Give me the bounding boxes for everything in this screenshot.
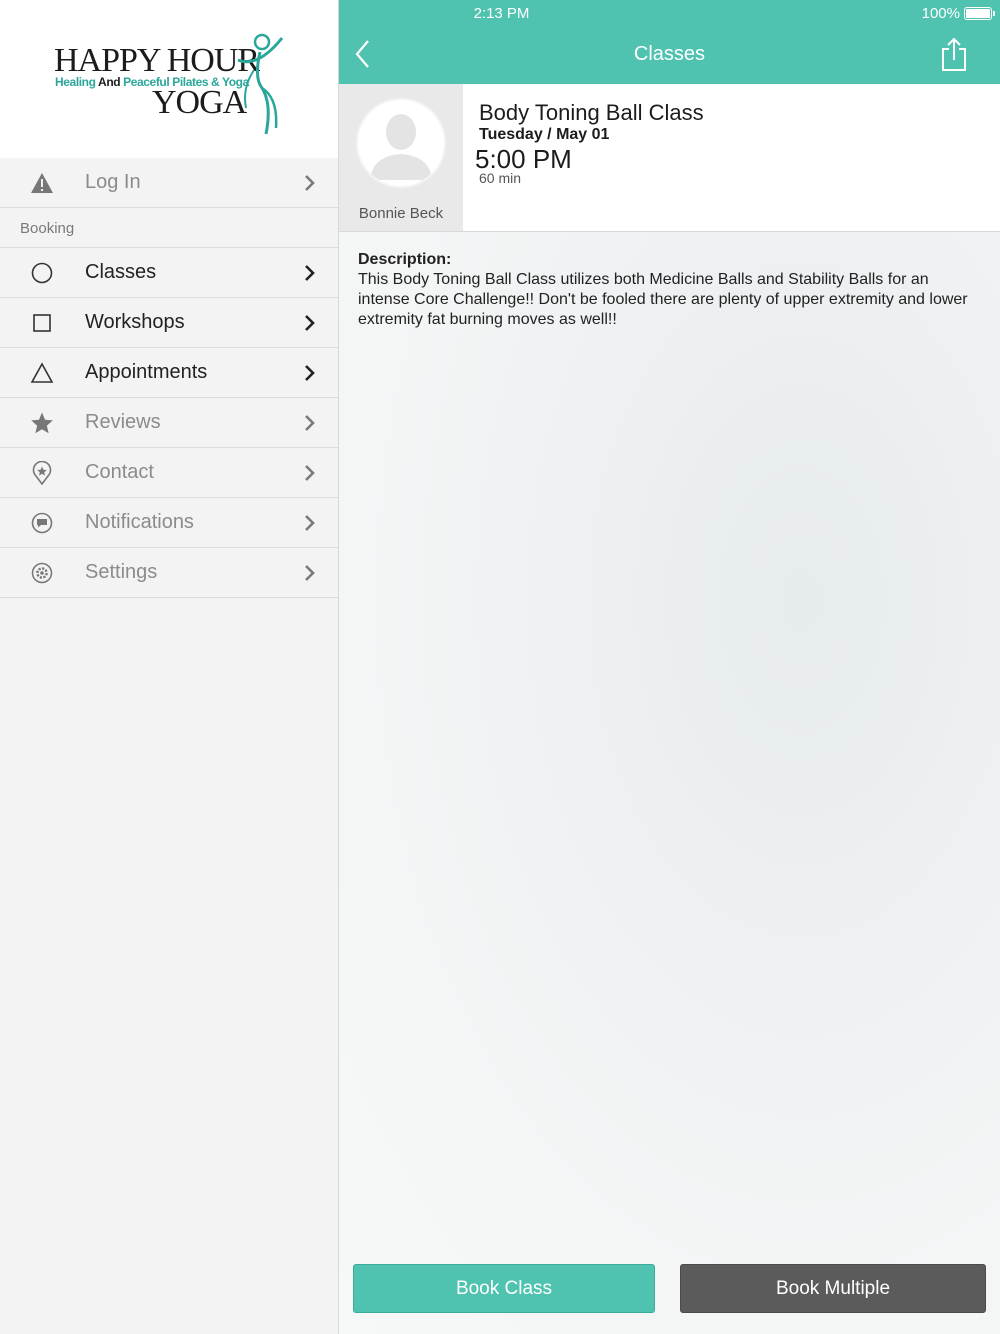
sidebar-item-label: Workshops	[85, 311, 185, 333]
warning-icon	[30, 171, 54, 195]
class-description: Description: This Body Toning Ball Class…	[358, 250, 983, 330]
sidebar-item-label: Classes	[85, 261, 157, 283]
gear-icon	[30, 561, 54, 585]
sidebar-item-login[interactable]: Log In	[0, 158, 338, 208]
chevron-right-icon	[305, 364, 315, 381]
class-header: Bonnie Beck Body Toning Ball Class Tuesd…	[339, 84, 1000, 232]
dancer-figure-icon	[237, 33, 284, 135]
instructor-card[interactable]: Bonnie Beck	[339, 84, 463, 231]
sidebar-item-appointments[interactable]: Appointments	[0, 348, 338, 398]
instructor-name: Bonnie Beck	[358, 205, 444, 222]
chevron-right-icon	[305, 264, 315, 281]
person-silhouette-icon	[370, 114, 432, 180]
class-date: Tuesday / May 01	[479, 126, 610, 143]
class-name: Body Toning Ball Class	[479, 100, 704, 125]
battery-percent: 100%	[921, 5, 960, 22]
chevron-right-icon	[305, 314, 315, 331]
circle-icon	[30, 261, 54, 285]
class-duration: 60 min	[479, 170, 522, 186]
sidebar: HAPPY HOUR Healing And Peaceful Pilates …	[0, 0, 339, 1334]
class-detail-panel: 2:13 PM 100% Classes Bonnie Beck Body To…	[339, 0, 1000, 1334]
sidebar-item-workshops[interactable]: Workshops	[0, 298, 338, 348]
studio-logo: HAPPY HOUR Healing And Peaceful Pilates …	[0, 0, 338, 158]
avatar	[356, 98, 446, 188]
page-title: Classes	[633, 43, 706, 65]
sidebar-item-reviews[interactable]: Reviews	[0, 398, 338, 448]
battery-status: 100%	[921, 5, 995, 22]
square-icon	[30, 311, 54, 335]
chevron-right-icon	[305, 464, 315, 481]
chat-bubble-icon	[30, 511, 54, 535]
star-icon	[30, 411, 54, 435]
chevron-right-icon	[305, 414, 315, 431]
description-text: This Body Toning Ball Class utilizes bot…	[358, 271, 968, 328]
sidebar-item-label: Notifications	[85, 511, 194, 533]
navigation-bar: 2:13 PM 100% Classes	[339, 0, 1000, 84]
book-multiple-button[interactable]: Book Multiple	[680, 1264, 986, 1313]
share-button[interactable]	[940, 36, 968, 72]
sidebar-item-classes[interactable]: Classes	[0, 248, 338, 298]
chevron-right-icon	[305, 514, 315, 531]
sidebar-item-label: Settings	[85, 561, 158, 583]
location-pin-icon	[30, 460, 54, 485]
sidebar-item-label: Contact	[85, 461, 154, 483]
sidebar-item-settings[interactable]: Settings	[0, 548, 338, 598]
book-class-button[interactable]: Book Class	[353, 1264, 655, 1313]
description-label: Description:	[358, 251, 452, 268]
chevron-right-icon	[305, 174, 315, 191]
status-time: 2:13 PM	[473, 5, 530, 22]
sidebar-item-label: Appointments	[85, 361, 208, 383]
triangle-icon	[30, 361, 54, 385]
battery-icon	[964, 7, 995, 20]
sidebar-item-notifications[interactable]: Notifications	[0, 498, 338, 548]
sidebar-item-label: Reviews	[85, 411, 161, 433]
chevron-right-icon	[305, 564, 315, 581]
sidebar-item-label: Log In	[85, 171, 141, 193]
section-header-booking: Booking	[0, 208, 338, 248]
sidebar-item-contact[interactable]: Contact	[0, 448, 338, 498]
